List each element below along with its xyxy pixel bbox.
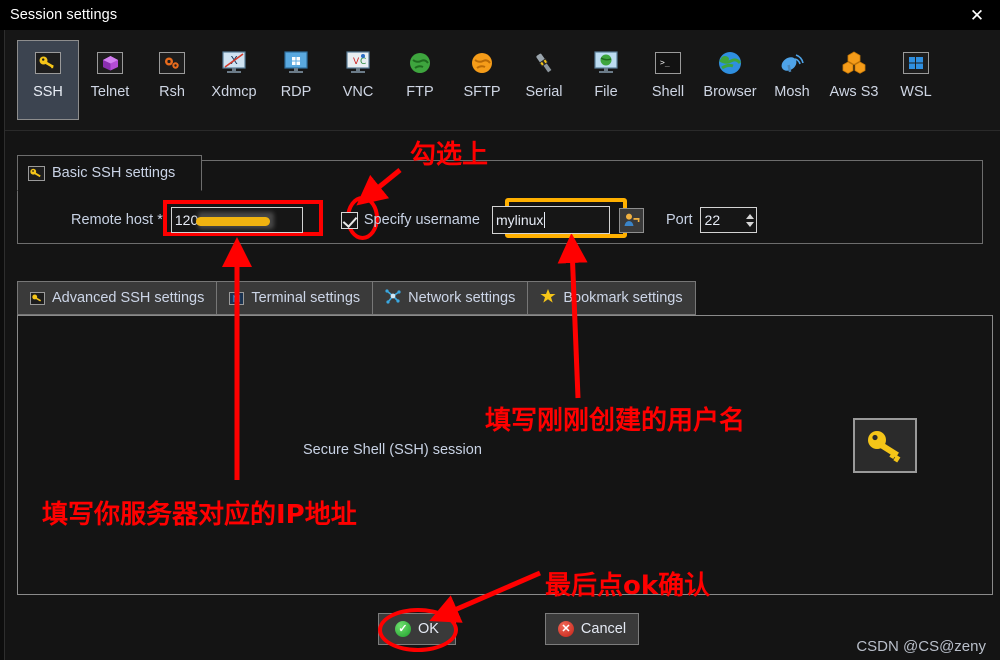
- protocol-label: SSH: [33, 84, 63, 100]
- remote-host-label: Remote host *: [71, 212, 163, 228]
- spinner-up-icon[interactable]: [745, 213, 754, 219]
- key-icon: [28, 165, 45, 181]
- key-icon: [34, 49, 62, 77]
- protocol-label: Rsh: [159, 84, 185, 100]
- cube-icon: [96, 49, 124, 77]
- close-icon[interactable]: ✕: [954, 0, 1000, 30]
- spinner-down-icon[interactable]: [745, 221, 754, 227]
- toolbar-divider: [5, 130, 1000, 131]
- protocol-label: Shell: [651, 84, 685, 100]
- aws-cubes-icon: [840, 49, 868, 77]
- svg-text:>_: >_: [660, 58, 670, 67]
- tab-label: Bookmark settings: [563, 290, 683, 306]
- protocol-shell[interactable]: >_ Shell: [637, 40, 699, 120]
- protocol-file[interactable]: File: [575, 40, 637, 120]
- session-description: Secure Shell (SSH) session: [303, 442, 482, 458]
- text-caret: [544, 212, 546, 228]
- svg-text:C: C: [360, 57, 366, 67]
- protocol-wsl[interactable]: WSL: [885, 40, 947, 120]
- port-input[interactable]: 22: [699, 207, 757, 233]
- specify-username-group: Specify username: [340, 211, 480, 229]
- cancel-button[interactable]: ✕ Cancel: [545, 613, 639, 645]
- settings-tabstrip: Advanced SSH settings Terminal settings …: [17, 281, 696, 315]
- tab-label: Network settings: [408, 290, 516, 306]
- file-monitor-icon: [592, 49, 620, 77]
- username-input[interactable]: mylinux: [491, 206, 610, 234]
- protocol-label: Telnet: [90, 84, 130, 100]
- satellite-dish-icon: [778, 49, 806, 77]
- remote-host-value: 120: [174, 212, 199, 228]
- protocol-label: Aws S3: [829, 84, 879, 100]
- windows-icon: [902, 49, 930, 77]
- username-value: mylinux: [495, 212, 544, 228]
- window-title: Session settings: [10, 7, 118, 23]
- key-icon: [853, 418, 917, 473]
- gears-icon: [158, 49, 186, 77]
- protocol-label: File: [594, 84, 618, 100]
- network-icon: [385, 288, 401, 309]
- vnc-monitor-icon: V C: [344, 49, 372, 77]
- cancel-button-label: Cancel: [580, 621, 627, 637]
- port-spinner[interactable]: [745, 213, 754, 227]
- xdmcp-icon: X: [220, 49, 248, 77]
- svg-text:V: V: [353, 57, 360, 67]
- session-settings-dialog: Session settings ✕ SSH Telnet Rsh X Xdmc…: [0, 0, 1000, 660]
- protocol-telnet[interactable]: Telnet: [79, 40, 141, 120]
- protocol-label: RDP: [280, 84, 312, 100]
- orange-globe-icon: [468, 49, 496, 77]
- specify-username-label: Specify username: [363, 212, 480, 228]
- tab-network-settings[interactable]: Network settings: [372, 281, 528, 315]
- protocol-sftp[interactable]: SFTP: [451, 40, 513, 120]
- redaction-stroke: [195, 217, 270, 226]
- tab-terminal-settings[interactable]: Terminal settings: [216, 281, 373, 315]
- user-key-icon[interactable]: [618, 207, 644, 233]
- windows-monitor-icon: [282, 49, 310, 77]
- serial-plug-icon: [530, 49, 558, 77]
- basic-ssh-settings-header: Basic SSH settings: [17, 155, 202, 191]
- red-x-icon: ✕: [557, 621, 574, 637]
- protocol-serial[interactable]: Serial: [513, 40, 575, 120]
- protocol-aws-s3[interactable]: Aws S3: [823, 40, 885, 120]
- settings-panel-body: [17, 315, 993, 595]
- green-check-icon: ✓: [395, 621, 412, 637]
- ok-button[interactable]: ✓ OK: [378, 613, 456, 645]
- globe-icon: [716, 49, 744, 77]
- tab-label: Advanced SSH settings: [52, 290, 205, 306]
- port-value: 22: [704, 212, 721, 228]
- protocol-vnc[interactable]: V C VNC: [327, 40, 389, 120]
- terminal-icon: >_: [654, 49, 682, 77]
- green-globe-icon: [406, 49, 434, 77]
- protocol-label: VNC: [342, 84, 374, 100]
- port-label: Port: [665, 212, 693, 228]
- protocol-label: FTP: [406, 84, 434, 100]
- protocol-rdp[interactable]: RDP: [265, 40, 327, 120]
- group-label: Basic SSH settings: [52, 165, 176, 181]
- protocol-toolbar: SSH Telnet Rsh X Xdmcp RDP V C VNC FTP S…: [5, 30, 1000, 130]
- star-icon: [540, 288, 556, 309]
- protocol-ftp[interactable]: FTP: [389, 40, 451, 120]
- key-icon: [30, 291, 45, 305]
- protocol-label: Xdmcp: [211, 84, 257, 100]
- protocol-browser[interactable]: Browser: [699, 40, 761, 120]
- specify-username-checkbox[interactable]: [340, 211, 358, 229]
- terminal-small-icon: [229, 291, 245, 305]
- protocol-label: Mosh: [774, 84, 810, 100]
- remote-host-input[interactable]: 120: [170, 207, 303, 233]
- ok-button-label: OK: [418, 621, 439, 637]
- tab-advanced-ssh-settings[interactable]: Advanced SSH settings: [17, 281, 217, 315]
- basic-ssh-row: Remote host * 120 Specify username mylin…: [17, 196, 983, 244]
- protocol-label: SFTP: [463, 84, 501, 100]
- protocol-mosh[interactable]: Mosh: [761, 40, 823, 120]
- protocol-rsh[interactable]: Rsh: [141, 40, 203, 120]
- tab-label: Terminal settings: [251, 290, 361, 306]
- protocol-ssh[interactable]: SSH: [17, 40, 79, 120]
- titlebar: Session settings ✕: [0, 0, 1000, 30]
- watermark: CSDN @CS@zeny: [856, 638, 986, 655]
- protocol-label: Browser: [703, 84, 757, 100]
- protocol-label: Serial: [525, 84, 563, 100]
- tab-bookmark-settings[interactable]: Bookmark settings: [527, 281, 696, 315]
- protocol-label: WSL: [900, 84, 932, 100]
- protocol-xdmcp[interactable]: X Xdmcp: [203, 40, 265, 120]
